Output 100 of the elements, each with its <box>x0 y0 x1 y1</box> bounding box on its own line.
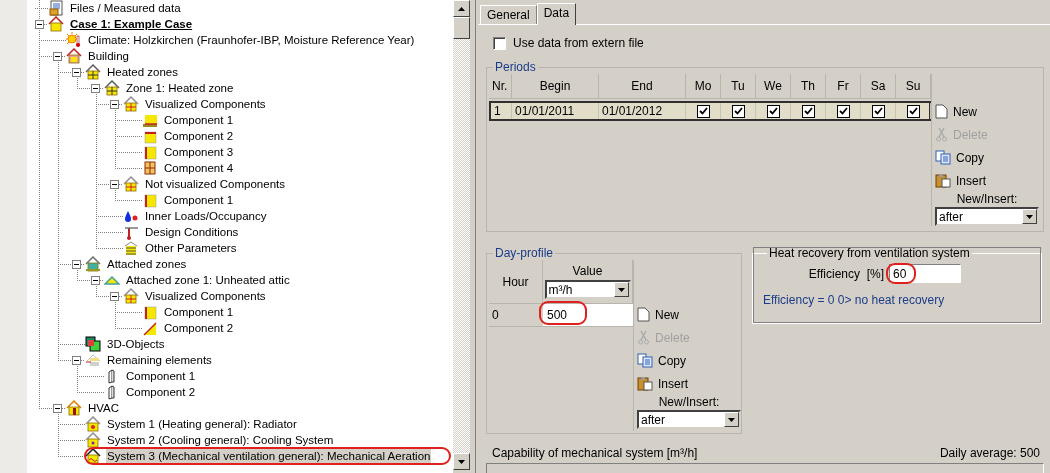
tree-item[interactable]: Component 1 <box>163 112 235 128</box>
slope-icon <box>142 320 158 336</box>
cubes-icon <box>85 336 101 352</box>
tree-item[interactable]: Inner Loads/Occupancy <box>144 208 268 224</box>
day-checkbox[interactable] <box>906 104 920 118</box>
hint-text: Efficiency = 0 0> no heat recovery <box>763 293 946 307</box>
wall-icon <box>142 192 158 208</box>
column-header: Tu <box>721 74 756 98</box>
house-icon <box>104 80 120 96</box>
collapse-toggle[interactable] <box>35 19 44 29</box>
dropdown-arrow-icon <box>1026 214 1033 219</box>
tree-item[interactable]: Heated zones <box>106 64 179 80</box>
insert-button[interactable]: Insert <box>637 372 688 395</box>
tab[interactable]: General <box>480 5 537 24</box>
thermometer-icon <box>123 224 139 240</box>
tree-item[interactable]: Zone 1: Heated zone <box>125 80 235 96</box>
tree-item[interactable]: Remaining elements <box>106 352 213 368</box>
tree-item[interactable]: Climate: Holzkirchen (Fraunhofer-IBP, Moisture Reference Year) <box>87 32 416 48</box>
house-icon <box>123 288 139 304</box>
wall-icon <box>142 144 158 160</box>
table-row[interactable]: 1 01/01/2011 01/01/2012 <box>489 101 931 121</box>
tree-item[interactable]: Design Conditions <box>144 224 240 240</box>
position-select[interactable]: after <box>935 207 1039 226</box>
new-button[interactable]: New <box>935 100 977 123</box>
tree-item[interactable]: Component 2 <box>125 384 197 400</box>
collapse-toggle[interactable] <box>91 83 100 93</box>
tree-item[interactable]: System 2 (Cooling general): Cooling System <box>106 432 335 448</box>
scroll-up-button[interactable] <box>453 0 470 17</box>
collapse-toggle[interactable] <box>53 51 62 61</box>
clipboard-icon <box>935 173 951 188</box>
tree-item[interactable]: Attached zone 1: Unheated attic <box>125 272 291 288</box>
table-cell: 1 <box>491 103 512 119</box>
column-header: Th <box>791 74 826 98</box>
day-checkbox[interactable] <box>801 104 815 118</box>
day-checkbox[interactable] <box>871 104 885 118</box>
scissors-icon <box>637 330 650 345</box>
checkbox-label: Use data from extern file <box>513 36 644 50</box>
tree-item[interactable]: Component 4 <box>163 160 235 176</box>
collapse-toggle[interactable] <box>91 275 100 285</box>
tree-item[interactable]: Component 3 <box>163 144 235 160</box>
up-arrow-icon <box>458 6 465 11</box>
floor-icon <box>142 112 158 128</box>
scroll-down-button[interactable] <box>453 453 470 470</box>
wall-icon <box>142 304 158 320</box>
dropdown-arrow-icon <box>617 287 625 292</box>
collapse-toggle[interactable] <box>110 179 119 189</box>
tree-item[interactable]: HVAC <box>87 400 121 416</box>
column-header: Nr. <box>489 74 512 98</box>
house-icon <box>123 176 139 192</box>
collapse-toggle[interactable] <box>72 355 81 365</box>
tree-item[interactable]: Component 1 <box>163 192 235 208</box>
value-field[interactable]: 500 <box>543 304 633 326</box>
position-select[interactable]: after <box>637 410 741 429</box>
day-checkbox[interactable] <box>766 104 780 118</box>
collapse-toggle[interactable] <box>72 259 81 269</box>
day-checkbox[interactable] <box>696 104 710 118</box>
efficiency-field[interactable]: 60 <box>889 264 961 283</box>
section-label: Capability of mechanical system [m³/h] <box>492 446 698 460</box>
tree-item[interactable]: Visualized Components <box>144 288 267 304</box>
house-icon <box>85 64 101 80</box>
tree-item[interactable]: Other Parameters <box>144 240 238 256</box>
house-icon <box>66 400 82 416</box>
day-checkbox[interactable] <box>731 104 745 118</box>
tree-item[interactable]: Attached zones <box>106 256 188 272</box>
house-icon <box>48 16 64 32</box>
tree-item[interactable]: Not visualized Components <box>144 176 286 192</box>
copy-button[interactable]: Copy <box>637 349 686 372</box>
scrollbar[interactable] <box>453 0 470 470</box>
collapse-toggle[interactable] <box>110 291 119 301</box>
tree-item[interactable]: Component 2 <box>163 128 235 144</box>
copy-button[interactable]: Copy <box>935 146 984 169</box>
tab[interactable]: Data <box>536 3 577 25</box>
day-checkbox[interactable] <box>836 104 850 118</box>
column-header: Sa <box>861 74 896 98</box>
tree-item[interactable]: 3D-Objects <box>106 336 166 352</box>
table-cell-text: 0 <box>491 307 500 324</box>
house-icon <box>123 96 139 112</box>
collapse-toggle[interactable] <box>110 99 119 109</box>
scroll-thumb[interactable] <box>453 17 470 39</box>
roof-icon <box>142 128 158 144</box>
tree-item[interactable]: System 1 (Heating general): Radiator <box>106 416 298 432</box>
page-icon <box>935 104 948 119</box>
unit-select[interactable]: m³/h <box>544 280 631 299</box>
insert-button[interactable]: Insert <box>935 169 986 192</box>
tree-item[interactable]: Files / Measured data <box>69 0 182 16</box>
tree-item[interactable]: Visualized Components <box>144 96 267 112</box>
collapse-toggle[interactable] <box>53 403 62 413</box>
tree-item[interactable]: Component 1 <box>163 304 235 320</box>
tree-item[interactable]: Component 1 <box>125 368 197 384</box>
window-icon <box>142 160 158 176</box>
tree-item[interactable]: Case 1: Example Case <box>69 16 194 32</box>
field-label: New/Insert: <box>955 192 1019 207</box>
clipboard-icon <box>637 376 653 391</box>
tree-item[interactable]: Component 2 <box>163 320 235 336</box>
tree-item[interactable]: Building <box>87 48 130 64</box>
new-button[interactable]: New <box>637 303 679 326</box>
group-title: Heat recovery from ventilation system <box>768 246 971 260</box>
collapse-toggle[interactable] <box>72 67 81 77</box>
column-header: Su <box>896 74 931 98</box>
checkbox[interactable] <box>493 36 506 50</box>
